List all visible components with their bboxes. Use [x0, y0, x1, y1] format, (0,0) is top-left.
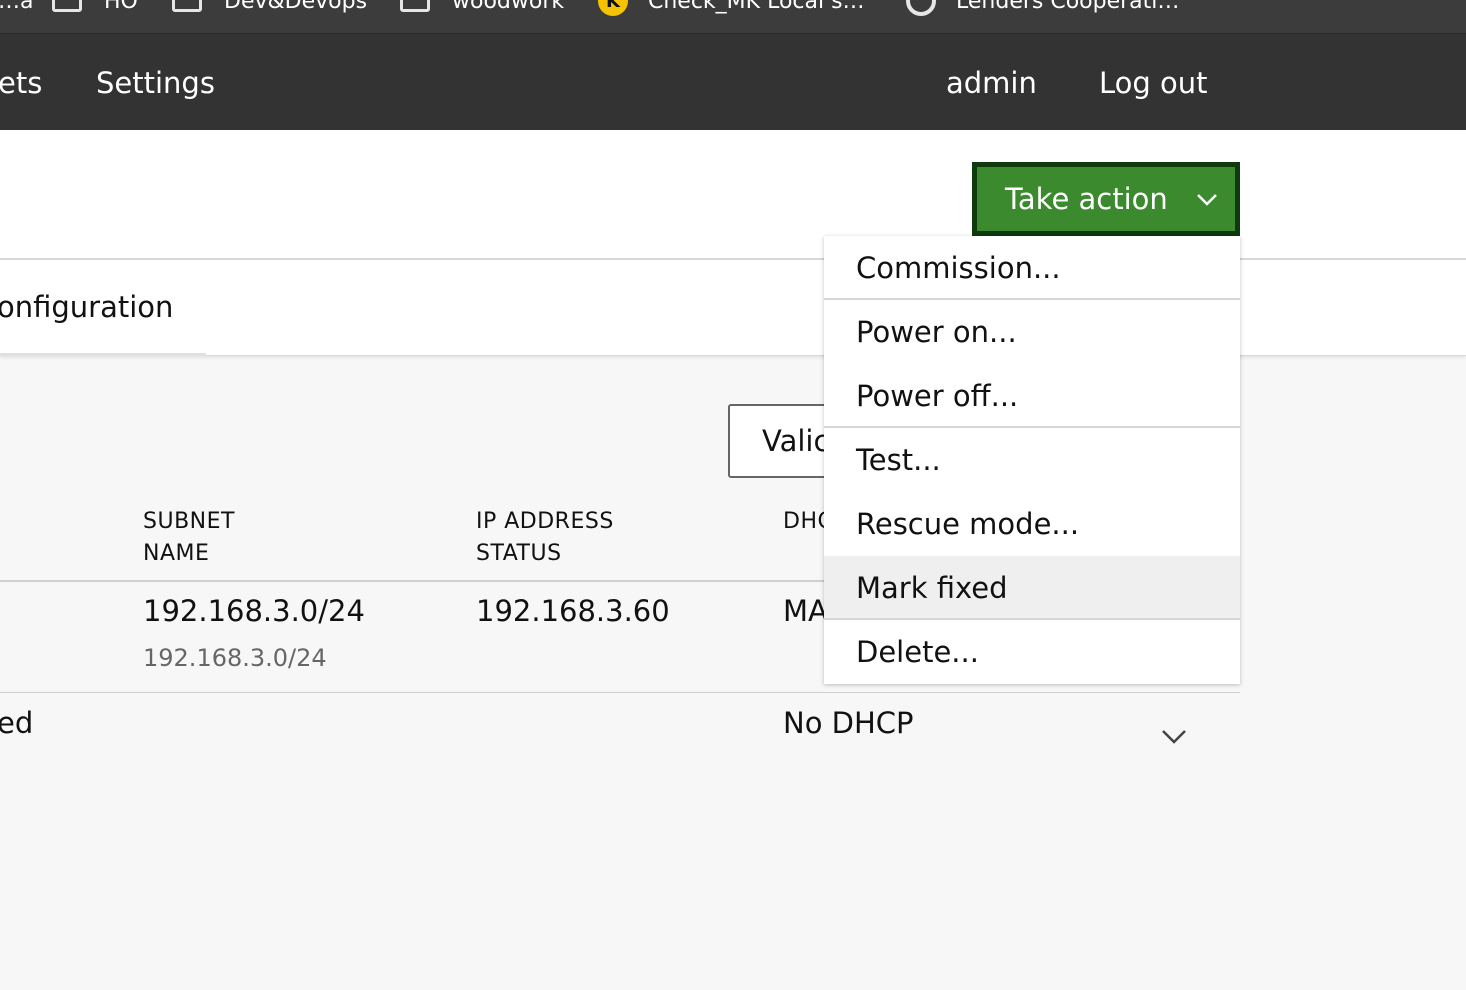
tab-configuration[interactable]: onfiguration	[0, 290, 173, 324]
row-1-dhcp: MA	[783, 594, 828, 628]
bookmark-folder-woodwork[interactable]: woodwork	[400, 0, 564, 16]
menu-item-test[interactable]: Test...	[824, 428, 1240, 492]
row-1-ip: 192.168.3.60	[476, 594, 670, 628]
menu-item-label: Delete...	[856, 635, 979, 669]
chevron-down-icon	[1196, 194, 1217, 206]
bookmark-label: Lenders Cooperati…	[956, 0, 1180, 14]
bookmark-checkmk[interactable]: K Check_MK Local s…	[598, 0, 865, 16]
column-header-line: NAME	[143, 541, 210, 566]
menu-item-label: Mark fixed	[856, 571, 1008, 605]
row-2-name: ed	[0, 706, 34, 740]
menu-item-label: Commission...	[856, 251, 1061, 285]
bookmark-label: Dev&Devops	[224, 0, 368, 14]
chevron-down-icon[interactable]	[1160, 722, 1188, 750]
nav-item-partial[interactable]: ets	[0, 66, 42, 100]
menu-item-label: Power off...	[856, 379, 1019, 413]
row-1-subnet[interactable]: 192.168.3.0/24	[143, 594, 365, 628]
menu-item-mark-fixed[interactable]: Mark fixed	[824, 556, 1240, 620]
top-navigation: ets Settings admin Log out	[0, 34, 1466, 130]
nav-item-user[interactable]: admin	[946, 66, 1037, 100]
take-action-menu: Commission... Power on... Power off... T…	[824, 236, 1240, 684]
folder-icon	[172, 0, 202, 12]
menu-item-power-off[interactable]: Power off...	[824, 364, 1240, 428]
validate-label: Valic	[762, 424, 830, 458]
take-action-label: Take action	[1005, 182, 1168, 216]
nav-item-logout[interactable]: Log out	[1099, 66, 1208, 100]
circle-logo-icon	[906, 0, 936, 16]
column-header-subnet-name[interactable]: SUBNET NAME	[143, 506, 235, 570]
nav-item-settings[interactable]: Settings	[96, 66, 215, 100]
folder-icon	[52, 0, 82, 12]
row-2-dhcp: No DHCP	[783, 706, 914, 740]
menu-item-label: Test...	[856, 443, 941, 477]
bookmark-item[interactable]: …a	[0, 0, 33, 16]
bookmark-folder-ho[interactable]: HO	[52, 0, 138, 16]
column-header-ip-status[interactable]: IP ADDRESS STATUS	[476, 506, 614, 570]
take-action-button[interactable]: Take action	[972, 162, 1240, 236]
menu-item-label: Power on...	[856, 315, 1017, 349]
menu-item-delete[interactable]: Delete...	[824, 620, 1240, 684]
bookmarks-bar: …a HO Dev&Devops woodwork K Check_MK Loc…	[0, 0, 1466, 34]
bookmark-label: woodwork	[452, 0, 565, 14]
menu-item-power-on[interactable]: Power on...	[824, 300, 1240, 364]
bookmark-label: HO	[104, 0, 138, 14]
app-window: …a HO Dev&Devops woodwork K Check_MK Loc…	[0, 0, 1466, 990]
column-header-line: SUBNET	[143, 509, 235, 534]
take-action-inner: Take action	[977, 167, 1235, 231]
header-divider	[0, 258, 1466, 260]
tab-underline	[0, 353, 206, 356]
page-header	[0, 130, 1466, 356]
menu-item-commission[interactable]: Commission...	[824, 236, 1240, 300]
menu-item-rescue-mode[interactable]: Rescue mode...	[824, 492, 1240, 556]
bookmark-lenders[interactable]: Lenders Cooperati…	[906, 0, 1179, 16]
column-header-line: STATUS	[476, 541, 562, 566]
bookmark-folder-devops[interactable]: Dev&Devops	[172, 0, 367, 16]
bookmark-label: Check_MK Local s…	[648, 0, 865, 14]
folder-icon	[400, 0, 430, 12]
bookmark-label: …a	[0, 0, 34, 14]
table-row-divider	[0, 692, 1240, 693]
row-1-subnet-sub: 192.168.3.0/24	[143, 644, 327, 672]
menu-item-label: Rescue mode...	[856, 507, 1080, 541]
column-header-line: IP ADDRESS	[476, 509, 614, 534]
k-logo-icon: K	[598, 0, 628, 16]
